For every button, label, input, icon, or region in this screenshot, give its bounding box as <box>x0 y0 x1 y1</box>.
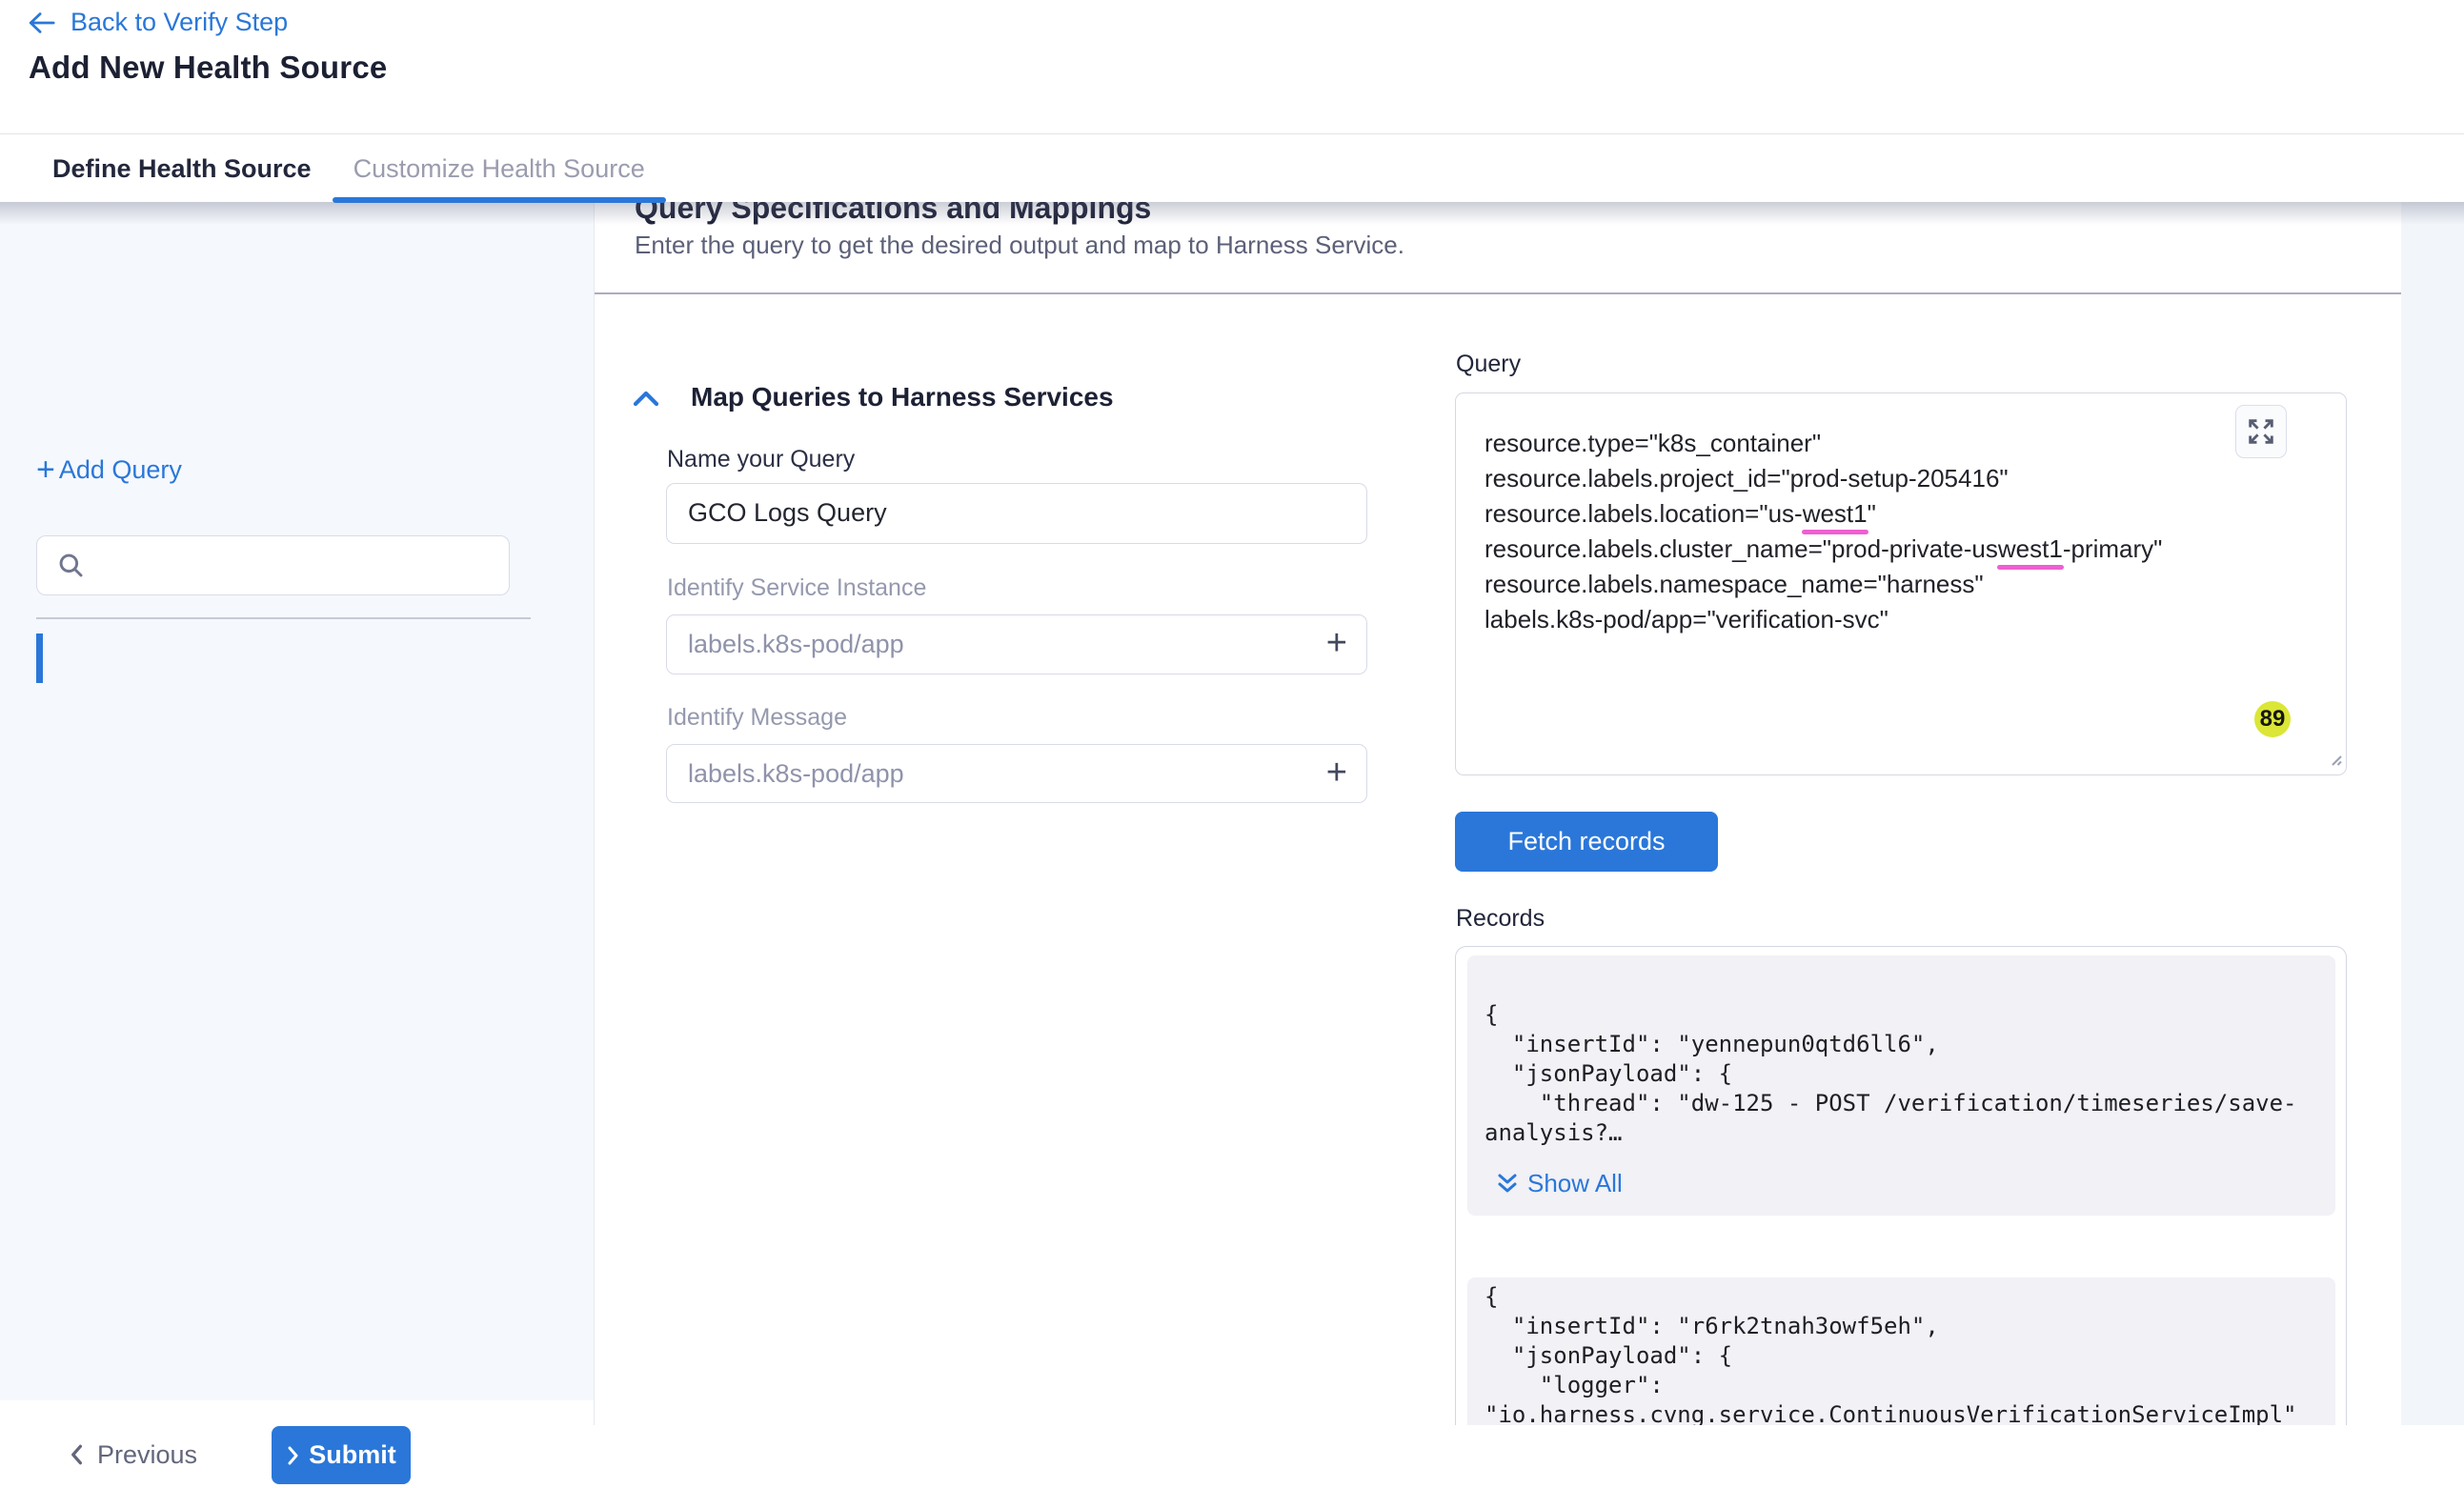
identify-message-field: + <box>666 744 1367 803</box>
query-line: resource.labels.location="us-west1" <box>1484 496 2162 532</box>
expand-icon <box>2245 415 2277 448</box>
service-instance-input[interactable] <box>688 619 1298 669</box>
record-card: { "insertId": "r6rk2tnah3owf5eh", "jsonP… <box>1467 1277 2335 1425</box>
query-line: resource.labels.project_id="prod-setup-2… <box>1484 461 2162 496</box>
records-container: { "insertId": "yennepun0qtd6ll6", "jsonP… <box>1455 946 2347 1425</box>
collapse-section-button[interactable] <box>633 389 659 414</box>
footer-bar: Previous Submit <box>0 1425 2464 1488</box>
spellcheck-underlined-word: west1 <box>1998 534 2063 563</box>
identify-message-label: Identify Message <box>667 704 847 732</box>
show-all-link[interactable]: Show All <box>1496 1169 1623 1198</box>
fetch-records-button[interactable]: Fetch records <box>1455 812 1718 872</box>
page-title: Add New Health Source <box>29 50 387 86</box>
query-line: resource.labels.cluster_name="prod-priva… <box>1484 532 2162 567</box>
records-label: Records <box>1456 905 1545 933</box>
query-name-input[interactable] <box>688 488 1298 537</box>
query-name-field <box>666 483 1367 544</box>
query-search-box <box>36 535 510 595</box>
char-count-badge: 89 <box>2254 701 2291 737</box>
tab-bar: Define Health SourceCustomize Health Sou… <box>0 133 2464 202</box>
resize-grip-icon <box>2326 750 2343 767</box>
main-panel: Query Specifications and Mappings Enter … <box>594 202 2401 1425</box>
add-message-icon[interactable]: + <box>1326 752 1347 794</box>
show-all-label: Show All <box>1527 1169 1623 1198</box>
spellcheck-underlined-word: west1 <box>1803 499 1868 528</box>
service-instance-label: Identify Service Instance <box>667 574 926 602</box>
double-chevron-down-icon <box>1496 1172 1519 1196</box>
section-heading: Query Specifications and Mappings <box>635 202 1151 226</box>
back-to-verify-link[interactable]: Back to Verify Step <box>27 8 288 37</box>
expand-query-button[interactable] <box>2235 405 2287 458</box>
chevron-left-icon <box>67 1443 86 1466</box>
arrow-left-icon <box>27 10 55 36</box>
search-icon <box>56 551 87 581</box>
service-instance-field: + <box>666 614 1367 674</box>
chevron-up-icon <box>633 389 659 410</box>
plus-icon: + <box>36 457 55 483</box>
query-text: resource.type="k8s_container"resource.la… <box>1484 426 2162 637</box>
top-header: Back to Verify Step Add New Health Sourc… <box>0 0 2464 133</box>
tab-customize-health-source[interactable]: Customize Health Source <box>333 134 666 203</box>
previous-label: Previous <box>97 1440 197 1470</box>
sidebar-divider <box>36 617 531 619</box>
add-health-source-page: + Add Query GCO Logs Query Query Specifi… <box>0 0 2464 1488</box>
add-query-button[interactable]: + Add Query <box>36 455 182 485</box>
previous-button[interactable]: Previous <box>67 1425 197 1484</box>
identify-message-input[interactable] <box>688 749 1298 798</box>
query-search-input[interactable] <box>96 540 496 590</box>
record-json-text: { "insertId": "r6rk2tnah3owf5eh", "jsonP… <box>1484 1282 2297 1425</box>
back-link-label: Back to Verify Step <box>71 8 288 37</box>
query-line: resource.type="k8s_container" <box>1484 426 2162 461</box>
name-query-label: Name your Query <box>667 446 855 473</box>
query-label: Query <box>1456 351 1521 378</box>
add-query-label: Add Query <box>59 455 182 485</box>
add-service-instance-icon[interactable]: + <box>1326 622 1347 664</box>
section-divider <box>595 292 2401 294</box>
chevron-right-icon <box>286 1445 301 1466</box>
record-card: { "insertId": "yennepun0qtd6ll6", "jsonP… <box>1467 955 2335 1216</box>
query-list: GCO Logs Query <box>0 633 594 684</box>
tab-define-health-source[interactable]: Define Health Source <box>31 134 333 203</box>
query-line: labels.k8s-pod/app="verification-svc" <box>1484 602 2162 637</box>
resize-handle[interactable] <box>2326 750 2343 772</box>
selected-indicator <box>36 633 43 683</box>
query-line: resource.labels.namespace_name="harness" <box>1484 567 2162 602</box>
page-background-strip <box>2401 202 2464 1425</box>
map-queries-title: Map Queries to Harness Services <box>691 382 1114 412</box>
query-list-item[interactable]: GCO Logs Query <box>0 633 594 684</box>
submit-label: Submit <box>309 1440 396 1470</box>
query-sidebar: + Add Query GCO Logs Query <box>0 202 594 1400</box>
record-json-text: { "insertId": "yennepun0qtd6ll6", "jsonP… <box>1484 1000 2297 1148</box>
section-subheading: Enter the query to get the desired outpu… <box>635 231 1404 260</box>
submit-button[interactable]: Submit <box>272 1426 411 1484</box>
query-editor[interactable]: resource.type="k8s_container"resource.la… <box>1455 392 2347 775</box>
